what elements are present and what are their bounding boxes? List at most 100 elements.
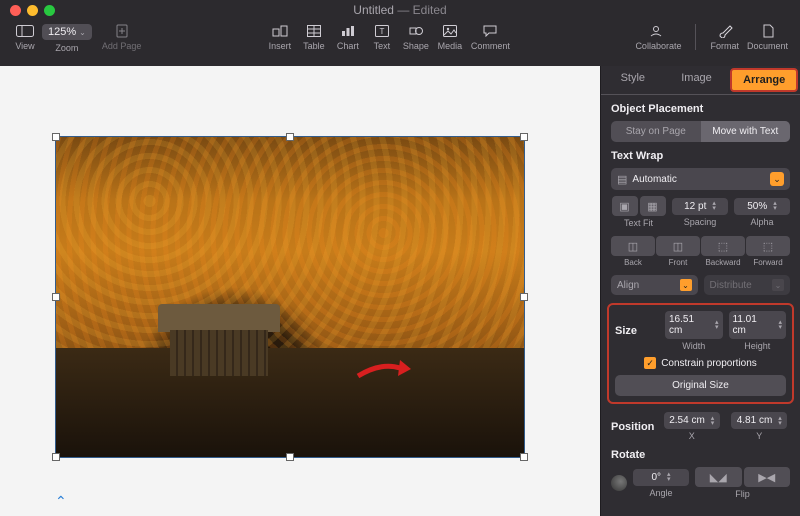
selected-image[interactable] <box>55 136 525 458</box>
y-label: Y <box>756 431 762 441</box>
move-with-text-option[interactable]: Move with Text <box>701 121 791 142</box>
add-page-icon <box>113 24 131 38</box>
angle-stepper[interactable]: 0°▴▾ <box>633 469 689 486</box>
align-section: Align⌄ Distribute⌄ <box>611 275 790 295</box>
flip-vertical-button[interactable]: ▶◀ <box>744 467 791 487</box>
media-label: Media <box>438 41 463 51</box>
object-placement-section: Object Placement Stay on Page Move with … <box>611 103 790 142</box>
y-stepper[interactable]: 4.81 cm▴▾ <box>731 412 787 429</box>
table-label: Table <box>303 41 325 51</box>
width-stepper[interactable]: 16.51 cm ▴▾ <box>665 311 723 339</box>
tab-arrange[interactable]: Arrange <box>730 68 798 92</box>
chart-icon <box>339 24 357 38</box>
send-to-back-button[interactable]: ◫ <box>611 236 655 256</box>
angle-label: Angle <box>649 488 672 498</box>
rotation-dial[interactable] <box>611 475 627 491</box>
toolbar-divider <box>695 24 696 50</box>
media-icon <box>441 24 459 38</box>
back-label: Back <box>624 258 642 267</box>
resize-handle-bl[interactable] <box>52 453 60 461</box>
shape-icon <box>407 24 425 38</box>
stepper-arrows-icon: ▴▾ <box>778 416 782 426</box>
height-stepper[interactable]: 11.01 cm ▴▾ <box>729 311 787 339</box>
document-button[interactable]: Document <box>743 24 792 51</box>
resize-handle-tm[interactable] <box>286 133 294 141</box>
backward-label: Backward <box>705 258 740 267</box>
document-canvas[interactable]: ⌃ <box>0 66 600 516</box>
insert-label: Insert <box>269 41 292 51</box>
tab-style[interactable]: Style <box>601 66 665 94</box>
flip-v-icon: ▶◀ <box>758 471 775 484</box>
resize-handle-bm[interactable] <box>286 453 294 461</box>
spacing-value: 12 pt <box>684 201 706 212</box>
position-section: Position 2.54 cm▴▾ X 4.81 cm▴▾ Y <box>611 412 790 441</box>
view-menu[interactable]: View <box>8 24 42 51</box>
comment-label: Comment <box>471 41 510 51</box>
resize-handle-ml[interactable] <box>52 293 60 301</box>
zoom-value: 125% <box>48 26 76 38</box>
textfit-square-button[interactable]: ▦ <box>640 196 666 216</box>
window-title: Untitled — Edited <box>0 3 800 17</box>
text-button[interactable]: T Text <box>365 24 399 51</box>
window-titlebar: Untitled — Edited <box>0 0 800 20</box>
resize-handle-tl[interactable] <box>52 133 60 141</box>
resize-handle-mr[interactable] <box>520 293 528 301</box>
position-label: Position <box>611 421 655 433</box>
add-page-button[interactable]: Add Page <box>98 24 146 51</box>
textfit-tight-button[interactable]: ▣ <box>612 196 638 216</box>
height-value: 11.01 cm <box>733 314 773 336</box>
x-stepper[interactable]: 2.54 cm▴▾ <box>664 412 720 429</box>
align-dropdown[interactable]: Align⌄ <box>611 275 698 295</box>
format-button[interactable]: Format <box>706 24 743 51</box>
text-wrap-label: Text Wrap <box>611 150 790 162</box>
angle-value: 0° <box>651 472 661 483</box>
constrain-proportions-checkbox[interactable]: ✓ Constrain proportions <box>615 357 786 369</box>
alpha-stepper[interactable]: 50% ▴▾ <box>734 198 790 215</box>
resize-handle-tr[interactable] <box>520 133 528 141</box>
shape-button[interactable]: Shape <box>399 24 433 51</box>
flip-horizontal-button[interactable]: ◣◢ <box>695 467 742 487</box>
front-icon: ◫ <box>673 240 683 253</box>
collaborate-button[interactable]: Collaborate <box>631 24 685 51</box>
back-icon: ◫ <box>628 240 638 253</box>
front-label: Front <box>669 258 688 267</box>
stepper-arrows-icon: ▴▾ <box>778 320 782 330</box>
sidebar-icon <box>16 24 34 38</box>
original-size-button[interactable]: Original Size <box>615 375 786 396</box>
wrap-around-icon: ▤ <box>617 173 627 186</box>
document-icon <box>759 24 777 38</box>
wrap-mode-dropdown[interactable]: ▤ Automatic ⌄ <box>611 168 790 190</box>
size-section-highlighted: Size 16.51 cm▴▾ Width 11.01 cm▴▾ Height … <box>607 303 794 404</box>
table-button[interactable]: Table <box>297 24 331 51</box>
spacing-stepper[interactable]: 12 pt ▴▾ <box>672 198 728 215</box>
flip-label: Flip <box>735 489 750 499</box>
bring-forward-button[interactable]: ⬚ <box>746 236 790 256</box>
size-label: Size <box>615 325 659 337</box>
stepper-arrows-icon: ▴▾ <box>715 320 719 330</box>
insert-icon <box>271 24 289 38</box>
media-button[interactable]: Media <box>433 24 467 51</box>
stay-on-page-option[interactable]: Stay on Page <box>611 121 701 142</box>
alpha-value: 50% <box>747 201 767 212</box>
text-cursor-icon: ⌃ <box>55 493 67 510</box>
comment-button[interactable]: Comment <box>467 24 514 51</box>
placement-segment[interactable]: Stay on Page Move with Text <box>611 121 790 142</box>
stepper-arrows-icon: ▴▾ <box>711 416 715 426</box>
tab-image[interactable]: Image <box>665 66 729 94</box>
width-value: 16.51 cm <box>669 314 709 336</box>
flip-h-icon: ◣◢ <box>710 471 727 484</box>
x-label: X <box>689 431 695 441</box>
brush-icon <box>716 24 734 38</box>
bring-to-front-button[interactable]: ◫ <box>656 236 700 256</box>
insert-button[interactable]: Insert <box>263 24 297 51</box>
zoom-control[interactable]: 125% ⌄ Zoom <box>42 24 92 53</box>
shape-label: Shape <box>403 41 429 51</box>
send-backward-button[interactable]: ⬚ <box>701 236 745 256</box>
width-label: Width <box>682 341 705 351</box>
distribute-dropdown[interactable]: Distribute⌄ <box>704 275 791 295</box>
forward-icon: ⬚ <box>763 240 773 253</box>
format-tabs: Style Image Arrange <box>601 66 800 95</box>
resize-handle-br[interactable] <box>520 453 528 461</box>
chart-button[interactable]: Chart <box>331 24 365 51</box>
stepper-arrows-icon: ▴▾ <box>712 201 716 211</box>
